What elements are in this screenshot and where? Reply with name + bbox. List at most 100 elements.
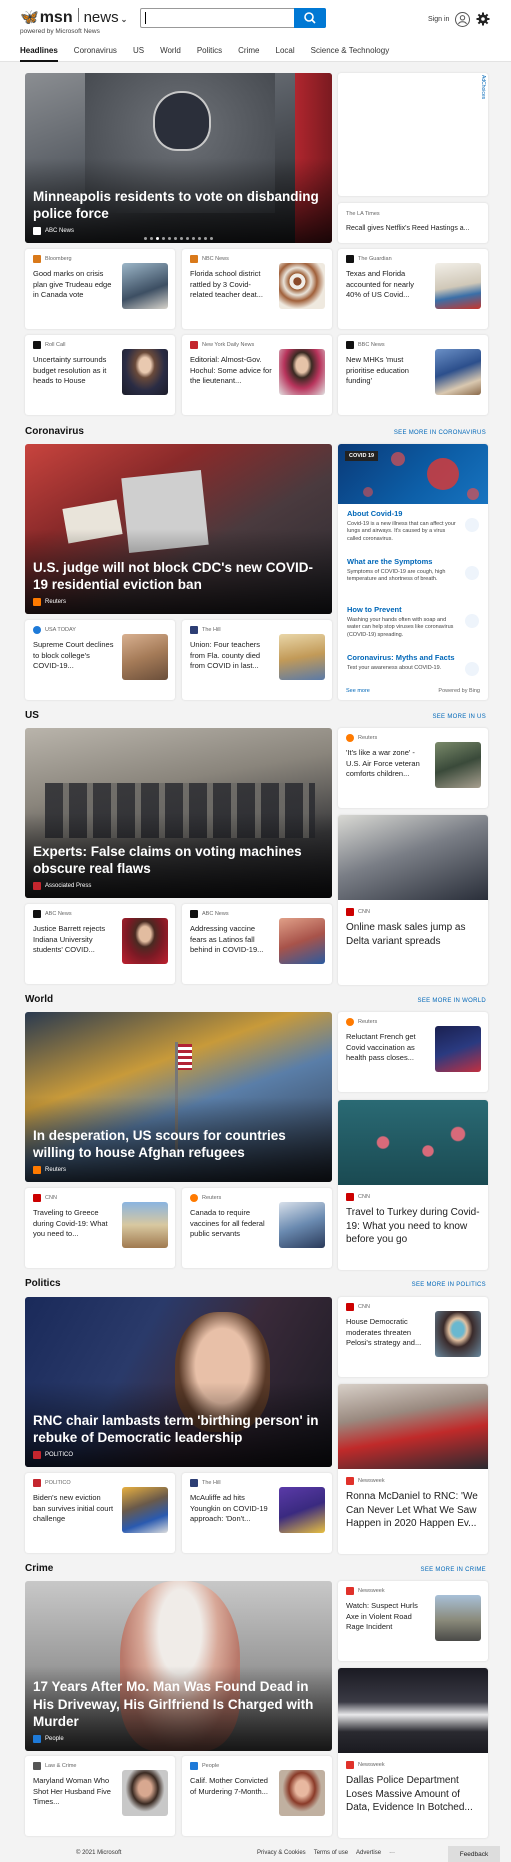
- tab-local[interactable]: Local: [276, 46, 295, 62]
- terms-link[interactable]: Terms of use: [314, 1850, 348, 1856]
- card-title[interactable]: Maryland Woman Who Shot Her Husband Five…: [33, 1776, 115, 1808]
- news-card[interactable]: ABC News Addressing vaccine fears as Lat…: [182, 904, 332, 984]
- card-title[interactable]: Union: Four teachers from Fla. county di…: [190, 640, 272, 672]
- news-card[interactable]: The Guardian Texas and Florida accounted…: [338, 249, 488, 329]
- news-card[interactable]: The Hill McAuliffe ad hits Youngkin on C…: [182, 1473, 332, 1553]
- hero-headline[interactable]: RNC chair lambasts term 'birthing person…: [33, 1412, 320, 1447]
- feature-card[interactable]: Newsweek Ronna McDaniel to RNC: 'We Can …: [338, 1384, 488, 1554]
- carousel-dot[interactable]: [192, 237, 195, 240]
- see-more-politics[interactable]: SEE MORE IN POLITICS: [412, 1282, 486, 1288]
- news-card[interactable]: New York Daily News Editorial: Almost-Go…: [182, 335, 332, 415]
- tab-us[interactable]: US: [133, 46, 144, 62]
- covid-item-heading[interactable]: About Covid-19: [347, 509, 402, 518]
- covid-item-symptoms[interactable]: What are the Symptoms Symptoms of COVID-…: [342, 552, 484, 598]
- section-title-crime[interactable]: Crime: [25, 1563, 53, 1574]
- carousel-dot[interactable]: [162, 237, 165, 240]
- card-title[interactable]: Florida school district rattled by 3 Cov…: [190, 269, 272, 301]
- hero-headline[interactable]: U.S. judge will not block CDC's new COVI…: [33, 559, 320, 594]
- card-title[interactable]: Traveling to Greece during Covid-19: Wha…: [33, 1208, 115, 1240]
- gear-icon[interactable]: [476, 12, 490, 26]
- hero-headline[interactable]: Experts: False claims on voting machines…: [33, 843, 320, 878]
- news-card[interactable]: CNN House Democratic moderates threaten …: [338, 1297, 488, 1377]
- news-card[interactable]: Reuters Reluctant French get Covid vacci…: [338, 1012, 488, 1092]
- logo-news[interactable]: news: [84, 9, 119, 26]
- carousel-dot[interactable]: [210, 237, 213, 240]
- chevron-down-icon[interactable]: ⌄: [121, 15, 128, 24]
- sign-in-link[interactable]: Sign in: [428, 16, 449, 23]
- hero-story[interactable]: Minneapolis residents to vote on disband…: [25, 73, 332, 243]
- news-card[interactable]: POLITICO Biden's new eviction ban surviv…: [25, 1473, 175, 1553]
- msn-logo[interactable]: 🦋 msn news ⌄ powered by Microsoft News: [20, 8, 127, 35]
- tab-world[interactable]: World: [160, 46, 181, 62]
- story-title[interactable]: Recall gives Netflix's Reed Hastings a..…: [346, 225, 470, 232]
- section-title-us[interactable]: US: [25, 710, 39, 721]
- see-more-coronavirus[interactable]: SEE MORE IN CORONAVIRUS: [394, 430, 486, 436]
- news-card[interactable]: BBC News New MHKs 'must prioritise educa…: [338, 335, 488, 415]
- privacy-link[interactable]: Privacy & Cookies: [257, 1850, 306, 1856]
- more-icon[interactable]: ···: [389, 1850, 395, 1856]
- card-title[interactable]: Ronna McDaniel to RNC: 'We Can Never Let…: [346, 1490, 480, 1531]
- carousel-dot[interactable]: [180, 237, 183, 240]
- card-title[interactable]: Editorial: Almost-Gov. Hochul: Some advi…: [190, 355, 272, 387]
- news-card[interactable]: People Calif. Mother Convicted of Murder…: [182, 1756, 332, 1836]
- ad-slot[interactable]: AdChoices: [338, 73, 488, 196]
- card-title[interactable]: McAuliffe ad hits Youngkin on COVID-19 a…: [190, 1493, 272, 1525]
- avatar[interactable]: [455, 12, 470, 27]
- tab-coronavirus[interactable]: Coronavirus: [74, 46, 117, 62]
- card-title[interactable]: Supreme Court declines to block college'…: [33, 640, 115, 672]
- hero-story[interactable]: U.S. judge will not block CDC's new COVI…: [25, 444, 332, 614]
- news-card[interactable]: Bloomberg Good marks on crisis plan give…: [25, 249, 175, 329]
- covid-item-prevent[interactable]: How to Prevent Washing your hands often …: [342, 600, 484, 646]
- sponsored-story[interactable]: The LA Times Recall gives Netflix's Reed…: [338, 203, 488, 243]
- hero-headline[interactable]: 17 Years After Mo. Man Was Found Dead in…: [33, 1678, 320, 1731]
- section-title-world[interactable]: World: [25, 994, 53, 1005]
- card-title[interactable]: Dallas Police Department Loses Massive A…: [346, 1774, 480, 1815]
- tab-headlines[interactable]: Headlines: [20, 46, 58, 62]
- hero-story[interactable]: Experts: False claims on voting machines…: [25, 728, 332, 898]
- card-title[interactable]: Canada to require vaccines for all feder…: [190, 1208, 272, 1240]
- carousel-dot[interactable]: [168, 237, 171, 240]
- news-card[interactable]: USA TODAY Supreme Court declines to bloc…: [25, 620, 175, 700]
- section-title-politics[interactable]: Politics: [25, 1278, 61, 1289]
- card-title[interactable]: Texas and Florida accounted for nearly 4…: [346, 269, 428, 301]
- card-title[interactable]: House Democratic moderates threaten Pelo…: [346, 1317, 428, 1349]
- card-title[interactable]: Justice Barrett rejects Indiana Universi…: [33, 924, 115, 956]
- news-card[interactable]: Reuters 'It's like a war zone' - U.S. Ai…: [338, 728, 488, 808]
- card-title[interactable]: Uncertainty surrounds budget resolution …: [33, 355, 115, 387]
- carousel-dot[interactable]: [186, 237, 189, 240]
- news-card[interactable]: The Hill Union: Four teachers from Fla. …: [182, 620, 332, 700]
- card-title[interactable]: Calif. Mother Convicted of Murdering 7-M…: [190, 1776, 272, 1797]
- see-more-us[interactable]: SEE MORE IN US: [432, 714, 486, 720]
- covid-item-heading[interactable]: How to Prevent: [347, 605, 402, 614]
- news-card[interactable]: NBC News Florida school district rattled…: [182, 249, 332, 329]
- carousel-dot[interactable]: [144, 237, 147, 240]
- covid-item-heading[interactable]: What are the Symptoms: [347, 557, 432, 566]
- see-more-crime[interactable]: SEE MORE IN CRIME: [421, 1567, 486, 1573]
- carousel-dot[interactable]: [204, 237, 207, 240]
- card-title[interactable]: Biden's new eviction ban survives initia…: [33, 1493, 115, 1525]
- card-title[interactable]: Online mask sales jump as Delta variant …: [346, 921, 480, 948]
- news-card[interactable]: Newsweek Watch: Suspect Hurls Axe in Vio…: [338, 1581, 488, 1661]
- covid-item-about[interactable]: About Covid-19 Covid-19 is a new illness…: [342, 504, 484, 550]
- carousel-dot[interactable]: [198, 237, 201, 240]
- hero-story[interactable]: In desperation, US scours for countries …: [25, 1012, 332, 1182]
- card-title[interactable]: Reluctant French get Covid vaccination a…: [346, 1032, 428, 1064]
- hero-story[interactable]: 17 Years After Mo. Man Was Found Dead in…: [25, 1581, 332, 1751]
- carousel-dot[interactable]: [174, 237, 177, 240]
- tab-politics[interactable]: Politics: [197, 46, 222, 62]
- tab-science-technology[interactable]: Science & Technology: [311, 46, 390, 62]
- ad-choices-label[interactable]: AdChoices: [480, 75, 486, 99]
- card-title[interactable]: Addressing vaccine fears as Latinos fall…: [190, 924, 272, 956]
- news-card[interactable]: CNN Traveling to Greece during Covid-19:…: [25, 1188, 175, 1268]
- feature-card[interactable]: CNN Travel to Turkey during Covid-19: Wh…: [338, 1100, 488, 1270]
- news-card[interactable]: Law & Crime Maryland Woman Who Shot Her …: [25, 1756, 175, 1836]
- carousel-dot[interactable]: [156, 237, 159, 240]
- section-title-coronavirus[interactable]: Coronavirus: [25, 426, 84, 437]
- news-card[interactable]: ABC News Justice Barrett rejects Indiana…: [25, 904, 175, 984]
- news-card[interactable]: Reuters Canada to require vaccines for a…: [182, 1188, 332, 1268]
- covid-see-more-link[interactable]: See more: [346, 688, 370, 694]
- feedback-button[interactable]: Feedback: [448, 1846, 500, 1862]
- news-card[interactable]: Roll Call Uncertainty surrounds budget r…: [25, 335, 175, 415]
- hero-story[interactable]: RNC chair lambasts term 'birthing person…: [25, 1297, 332, 1467]
- feature-card[interactable]: CNN Online mask sales jump as Delta vari…: [338, 815, 488, 985]
